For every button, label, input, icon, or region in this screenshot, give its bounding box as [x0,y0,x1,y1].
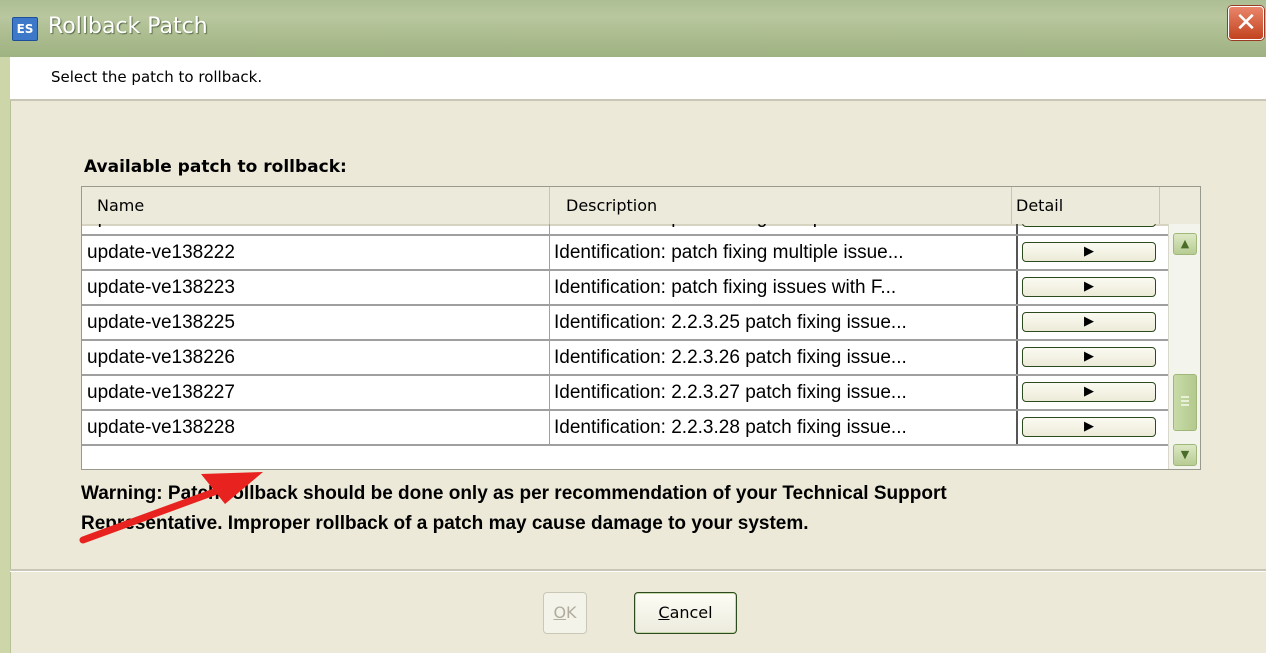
detail-button[interactable]: ▶ [1022,347,1156,367]
patch-name: update-ve138227 [87,382,235,403]
title-bar[interactable]: ES Rollback Patch ✕ [0,0,1266,58]
warning-line-1: Warning: Patch rollback should be done o… [81,483,947,504]
scrollbar-thumb[interactable] [1173,374,1197,431]
patch-description: Identification: patch fixing multiple is… [549,236,1009,269]
ok-button[interactable]: OK [543,592,587,634]
table-row[interactable]: update-ve138226 Identification: 2.2.3.26… [82,341,1168,376]
table-row[interactable]: update-ve138222 Identification: patch fi… [82,236,1168,271]
play-icon: ▶ [1084,419,1094,434]
scroll-down-button[interactable]: ▼ [1173,444,1197,466]
patch-name: update-ve138222 [87,242,235,263]
table-row[interactable]: update-ve138223 Identification: patch fi… [82,271,1168,306]
chevron-down-icon: ▼ [1180,448,1190,461]
detail-separator [1016,306,1018,339]
play-icon: ▶ [1084,384,1094,399]
ok-label: K [566,603,577,622]
play-icon: ▶ [1084,349,1094,364]
table-row[interactable]: update-ve138228 Identification: 2.2.3.28… [82,411,1168,446]
footer-separator [10,569,1266,572]
patch-name: update-ve138225 [87,312,235,333]
header-strip: Select the patch to rollback. [10,57,1266,101]
detail-separator [1016,376,1018,409]
chevron-up-icon: ▲ [1180,237,1190,250]
detail-button[interactable]: ▶ [1022,277,1156,297]
patch-description: Identification: 2.2.3.25 patch fixing is… [549,306,1009,339]
table-body: update-ve138221a Identification: patch f… [82,224,1168,469]
ok-mnemonic: O [553,603,567,622]
vertical-scrollbar[interactable]: ▲ ▼ [1168,224,1200,469]
patch-name: update-ve138223 [87,277,235,298]
warning-line-2: Representative. Improper rollback of a p… [81,513,809,534]
patch-table: Name Description Detail update-ve138221a… [81,186,1201,470]
column-header-name[interactable]: Name [82,187,550,224]
table-row[interactable]: update-ve138225 Identification: 2.2.3.25… [82,306,1168,341]
scroll-up-button[interactable]: ▲ [1173,233,1197,255]
left-rail [0,57,11,653]
cancel-label: ancel [669,603,713,622]
grip-icon [1181,396,1189,408]
detail-button[interactable]: ▶ [1022,242,1156,262]
column-header-detail[interactable]: Detail [1012,187,1160,224]
detail-button[interactable]: ▶ [1022,417,1156,437]
window-title: Rollback Patch [48,14,208,39]
patch-name: update-ve138226 [87,347,235,368]
patch-description: Identification: 2.2.3.28 patch fixing is… [549,411,1009,444]
patch-description: Identification: 2.2.3.27 patch fixing is… [549,376,1009,409]
detail-separator [1016,271,1018,304]
patch-description: Identification: patch fixing issues with… [549,271,1009,304]
patch-name: update-ve138221a [87,224,542,234]
detail-separator [1016,236,1018,269]
play-icon: ▶ [1023,224,1155,226]
table-header: Name Description Detail [82,187,1200,226]
column-header-description[interactable]: Description [550,187,1012,224]
section-label: Available patch to rollback: [84,157,347,177]
table-row[interactable]: update-ve138227 Identification: 2.2.3.27… [82,376,1168,411]
close-button[interactable]: ✕ [1228,6,1264,40]
patch-name: update-ve138228 [87,417,235,438]
cancel-mnemonic: C [658,603,670,622]
detail-button[interactable]: ▶ [1022,382,1156,402]
detail-button[interactable]: ▶ [1022,224,1156,227]
patch-description: Identification: 2.2.3.26 patch fixing is… [549,341,1009,374]
play-icon: ▶ [1084,279,1094,294]
rollback-patch-dialog: ES Rollback Patch ✕ Select the patch to … [0,0,1266,653]
instruction-text: Select the patch to rollback. [51,68,263,86]
play-icon: ▶ [1084,244,1094,259]
cancel-button[interactable]: Cancel [634,592,737,634]
close-icon: ✕ [1235,8,1257,38]
table-row[interactable]: update-ve138221a Identification: patch f… [82,224,1168,236]
detail-separator [1016,224,1018,234]
play-icon: ▶ [1084,314,1094,329]
detail-button[interactable]: ▶ [1022,312,1156,332]
app-window-icon: ES [12,17,38,41]
patch-description: Identification: patch fixing multiple is… [549,224,1009,234]
detail-separator [1016,341,1018,374]
detail-separator [1016,411,1018,444]
warning-text: Warning: Patch rollback should be done o… [81,479,1201,539]
